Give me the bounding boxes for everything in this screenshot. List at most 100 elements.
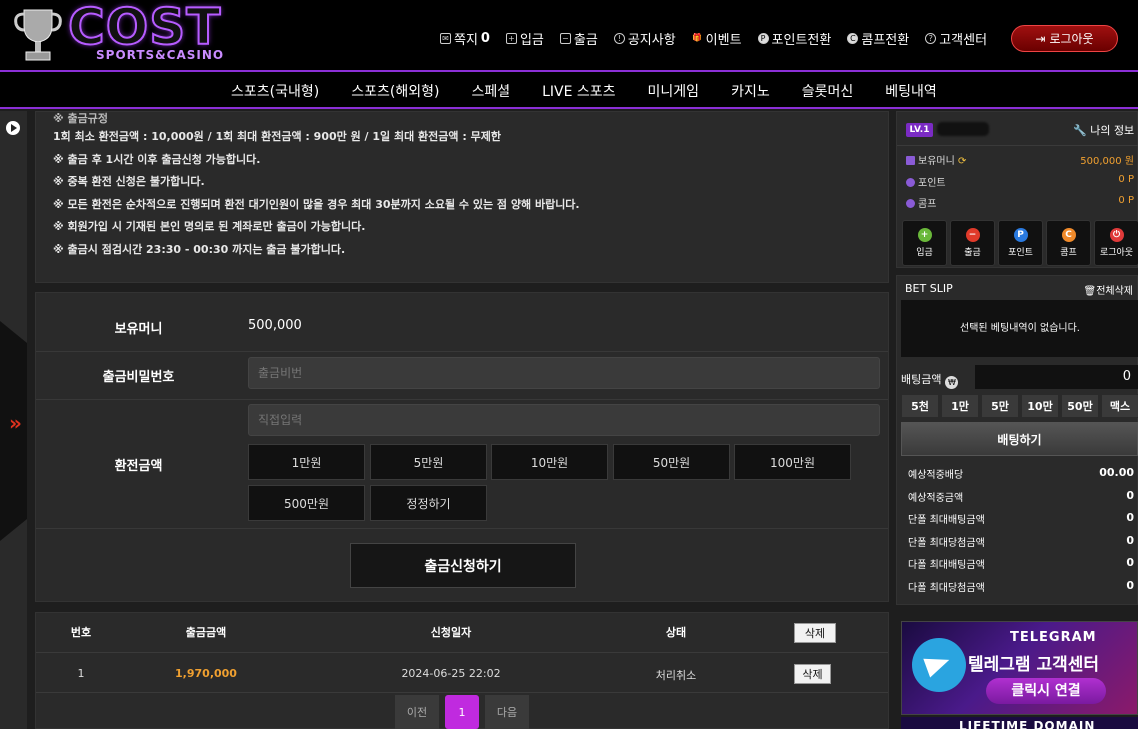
quick-logout-button[interactable]: ⏻ 로그아웃 bbox=[1094, 220, 1138, 266]
bet-slip: BET SLIP 🗑전체삭제 선택된 베팅내역이 없습니다. 배팅금액 ₩ 0 5… bbox=[896, 275, 1138, 605]
amount-5m-button[interactable]: 500만원 bbox=[248, 485, 365, 521]
nav-slot[interactable]: 슬롯머신 bbox=[802, 81, 854, 101]
topnav-point-exchange[interactable]: P 포인트전환 bbox=[757, 28, 831, 48]
user-comp-row: 콤프 0 P bbox=[906, 195, 1134, 210]
amount-reset-button[interactable]: 정정하기 bbox=[370, 485, 487, 521]
banner-main-text: 텔레그램 고객센터 bbox=[968, 655, 1100, 675]
quick-deposit-button[interactable]: + 입금 bbox=[902, 220, 947, 266]
nav-sports-overseas[interactable]: 스포츠(해외형) bbox=[351, 81, 439, 101]
username-redacted bbox=[937, 122, 989, 136]
withdraw-password-input[interactable] bbox=[248, 357, 880, 389]
message-count: 0 bbox=[480, 30, 490, 46]
lifetime-domain-banner[interactable]: LIFETIME DOMAIN bbox=[901, 717, 1138, 729]
amount-1m-button[interactable]: 100만원 bbox=[734, 444, 851, 480]
bet-amount-input[interactable]: 0 bbox=[975, 365, 1138, 389]
amount-100k-button[interactable]: 10만원 bbox=[491, 444, 608, 480]
pager-current[interactable]: 1 bbox=[445, 695, 479, 729]
place-bet-button[interactable]: 배팅하기 bbox=[901, 422, 1138, 456]
quick-point-button[interactable]: P 포인트 bbox=[998, 220, 1043, 266]
deposit-icon: + bbox=[505, 32, 517, 44]
power-icon: ⏻ bbox=[1109, 228, 1124, 242]
trash-icon: 🗑 bbox=[1083, 286, 1097, 297]
row-date: 2024-06-25 22:02 bbox=[401, 667, 501, 680]
chip-500k[interactable]: 50만 bbox=[1061, 394, 1099, 418]
gift-icon: 🎁 bbox=[692, 32, 703, 42]
wrench-icon: 🔧 bbox=[1073, 124, 1087, 137]
quick-withdraw-button[interactable]: − 출금 bbox=[950, 220, 995, 266]
notice-line: ※ 중복 환전 신청은 불가합니다. bbox=[53, 175, 205, 189]
col-date: 신청일자 bbox=[430, 626, 472, 639]
balance-value: 500,000 bbox=[248, 318, 302, 333]
chip-50k[interactable]: 5만 bbox=[981, 394, 1019, 418]
amount-500k-button[interactable]: 50만원 bbox=[613, 444, 730, 480]
site-logo[interactable]: COST SPORTS&CASINO bbox=[12, 0, 242, 66]
topnav-support[interactable]: ? 고객센터 bbox=[925, 28, 987, 48]
quick-comp-button[interactable]: C 콤프 bbox=[1046, 220, 1091, 266]
notice-line: ※ 회원가입 시 기재된 본인 명의로 된 계좌로만 출금이 가능합니다. bbox=[53, 220, 366, 234]
notice-line: ※ 출금시 점검시간 23:30 - 00:30 까지는 출금 불가합니다. bbox=[53, 242, 346, 256]
bet-summary-row: 단폴 최대배팅금액 0 bbox=[908, 511, 1134, 526]
amount-10k-button[interactable]: 1만원 bbox=[248, 444, 365, 480]
delete-all-button[interactable]: 삭제 bbox=[794, 623, 836, 643]
chip-10k[interactable]: 1만 bbox=[941, 394, 979, 418]
amount-input[interactable] bbox=[248, 404, 880, 436]
nav-special[interactable]: 스페셜 bbox=[471, 81, 510, 101]
pager-next[interactable]: 다음 bbox=[485, 695, 529, 729]
nav-sports-domestic[interactable]: 스포츠(국내형) bbox=[231, 81, 319, 101]
plus-circle-icon: + bbox=[917, 228, 932, 242]
topnav-comp-exchange[interactable]: C 콤프전환 bbox=[847, 28, 909, 48]
topnav-notice[interactable]: ! 공지사항 bbox=[613, 28, 676, 48]
withdraw-icon: − bbox=[559, 32, 571, 44]
betslip-delete-all-button[interactable]: 🗑전체삭제 bbox=[1083, 282, 1133, 297]
telegram-support-banner[interactable]: TELEGRAM 텔레그램 고객센터 클릭시 연결 bbox=[901, 621, 1138, 715]
refresh-icon[interactable]: ⟳ bbox=[958, 156, 966, 167]
nav-bet-history[interactable]: 베팅내역 bbox=[885, 81, 937, 101]
betslip-empty-message: 선택된 베팅내역이 없습니다. bbox=[901, 300, 1138, 357]
banner-lifetime-text: LIFETIME DOMAIN bbox=[959, 719, 1096, 729]
amount-50k-button[interactable]: 5만원 bbox=[370, 444, 487, 480]
divider bbox=[36, 692, 888, 693]
top-menu: ✉ 쪽지 0 + 입금 − 출금 ! 공지사항 🎁 이벤트 P 포인트전환 C 콤프전환 ? 고객… bbox=[440, 28, 987, 48]
nav-casino[interactable]: 카지노 bbox=[731, 81, 770, 101]
nav-live-sports[interactable]: LIVE 스포츠 bbox=[542, 81, 615, 101]
chip-5k[interactable]: 5천 bbox=[901, 394, 939, 418]
point-icon: P bbox=[757, 32, 769, 44]
bet-summary-row: 다폴 최대당첨금액 0 bbox=[908, 579, 1134, 594]
user-point-value: 0 P bbox=[1118, 174, 1134, 185]
topnav-deposit[interactable]: + 입금 bbox=[505, 28, 544, 48]
point-icon bbox=[906, 178, 915, 187]
balance-row: 보유머니 500,000 bbox=[36, 293, 888, 352]
my-info-link[interactable]: 🔧 나의 정보 bbox=[1073, 122, 1134, 138]
amount-row: 환전금액 1만원 5만원 10만원 50만원 100만원 500만원 정정하기 bbox=[36, 400, 888, 529]
play-icon[interactable] bbox=[6, 121, 20, 135]
banner-top-text: TELEGRAM bbox=[1010, 630, 1097, 645]
col-status: 상태 bbox=[665, 626, 687, 639]
user-point-row: 포인트 0 P bbox=[906, 174, 1134, 189]
bet-amount-label: 배팅금액 ₩ bbox=[901, 371, 959, 389]
help-icon: ? bbox=[925, 32, 937, 44]
chip-max[interactable]: 맥스 bbox=[1101, 394, 1138, 418]
pager-prev[interactable]: 이전 bbox=[395, 695, 439, 729]
top-header: COST SPORTS&CASINO ✉ 쪽지 0 + 입금 − 출금 ! 공지사항 🎁 이… bbox=[0, 0, 1138, 72]
notice-line: ※ 출금 후 1시간 이후 출금신청 가능합니다. bbox=[53, 152, 261, 166]
logout-icon: ⇥ bbox=[1035, 31, 1046, 46]
password-label: 출금비밀번호 bbox=[102, 370, 175, 385]
withdraw-submit-button[interactable]: 출금신청하기 bbox=[350, 543, 576, 588]
bet-summary-row: 단폴 최대당첨금액 0 bbox=[908, 534, 1134, 549]
topnav-withdraw[interactable]: − 출금 bbox=[559, 28, 598, 48]
user-comp-value: 0 P bbox=[1118, 195, 1134, 206]
topnav-event[interactable]: 🎁 이벤트 bbox=[692, 28, 741, 48]
chip-100k[interactable]: 10만 bbox=[1021, 394, 1059, 418]
nav-minigame[interactable]: 미니게임 bbox=[648, 81, 700, 101]
notice-line: 1회 최소 환전금액 : 10,000원 / 1회 최대 환전금액 : 900만… bbox=[53, 130, 501, 143]
topnav-messages[interactable]: ✉ 쪽지 0 bbox=[440, 28, 490, 48]
double-chevron-right-icon[interactable]: » bbox=[9, 411, 22, 435]
logout-button[interactable]: ⇥ 로그아웃 bbox=[1011, 25, 1118, 52]
trophy-icon bbox=[14, 9, 62, 61]
divider bbox=[36, 652, 888, 653]
row-delete-button[interactable]: 삭제 bbox=[794, 664, 831, 684]
row-status: 처리취소 bbox=[655, 669, 697, 682]
user-balance-row: 보유머니 ⟳ 500,000 원 bbox=[906, 152, 1134, 167]
divider bbox=[897, 145, 1138, 146]
notice-line: ※ 모든 환전은 순차적으로 진행되며 환전 대기인원이 많을 경우 최대 30… bbox=[53, 197, 580, 211]
